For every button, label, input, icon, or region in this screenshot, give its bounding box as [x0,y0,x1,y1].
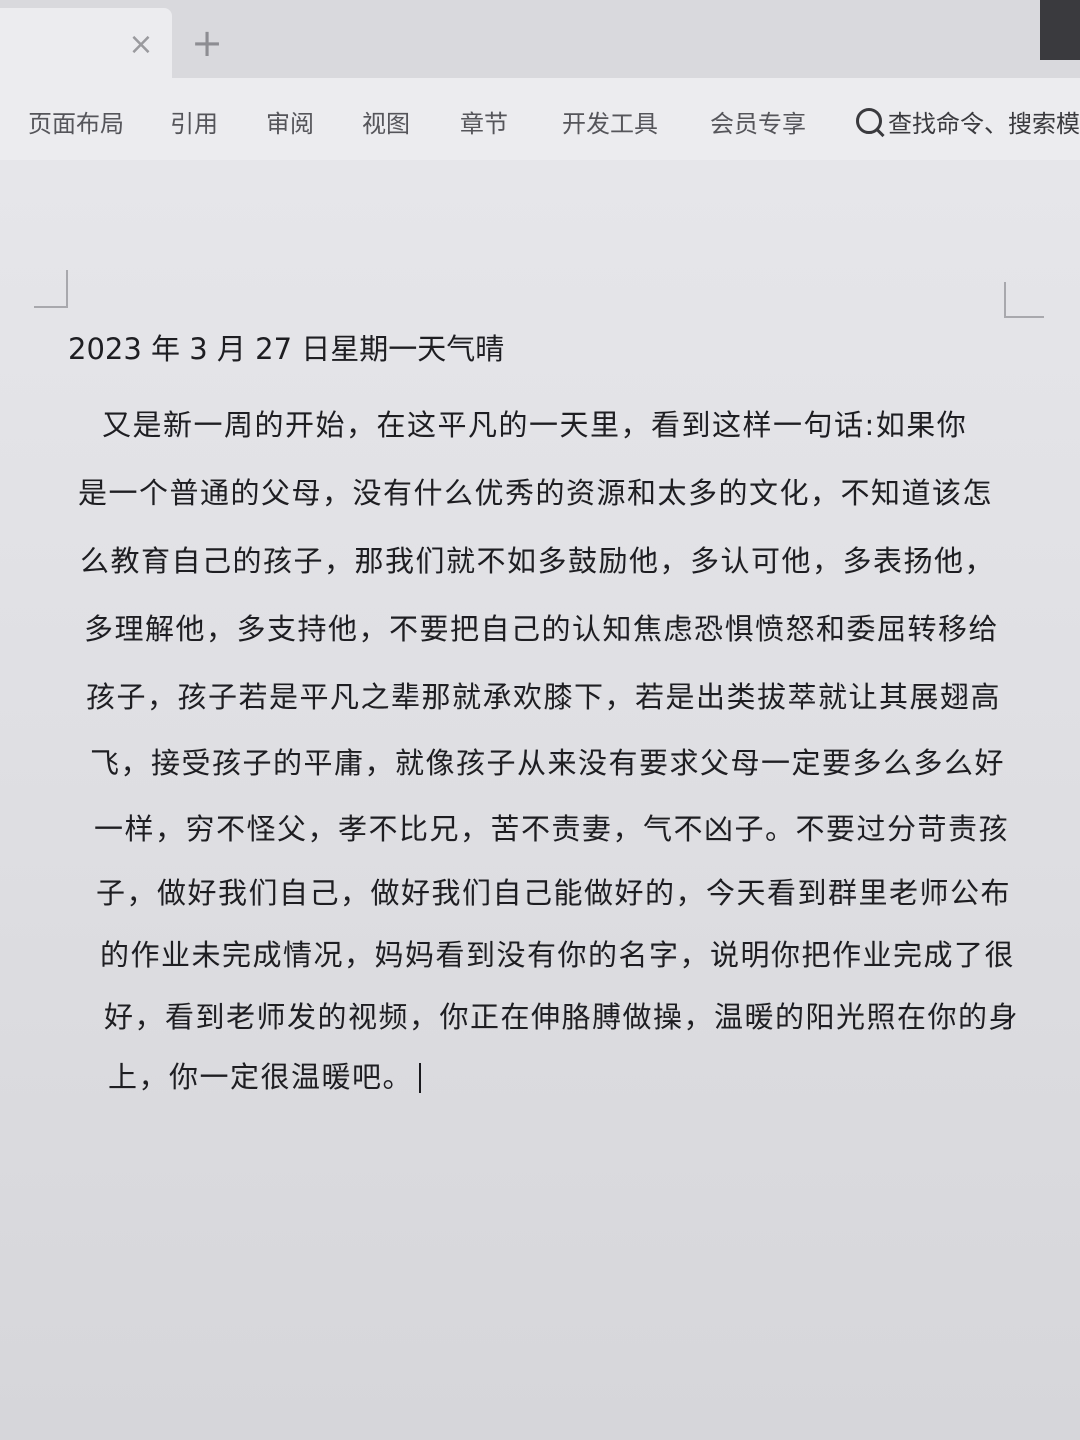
document-line[interactable]: 的作业未完成情况，妈妈看到没有你的名字，说明你把作业完成了很 [100,932,1015,974]
tab-bar: × + [0,0,1080,78]
new-tab-icon[interactable]: + [190,24,224,62]
document-line[interactable]: 是一个普通的父母，没有什么优秀的资源和太多的文化，不知道该怎 [78,470,993,512]
search-icon [856,108,882,134]
document-line[interactable]: 多理解他，多支持他，不要把自己的认知焦虑恐惧愤怒和委屈转移给 [84,606,999,648]
menu-developer-tools[interactable]: 开发工具 [562,104,658,139]
screen: × + 页面布局 引用 审阅 视图 章节 开发工具 会员专享 查找命令、搜索模板… [0,0,1080,1440]
document-line-text: 上，你一定很温暖吧。 [108,1060,414,1094]
margin-corner-top-left [34,270,68,308]
document-last-line[interactable]: 上，你一定很温暖吧。 [108,1054,422,1096]
close-icon[interactable]: × [126,30,156,60]
text-cursor [419,1063,422,1093]
document-line[interactable]: 飞，接受孩子的平庸，就像孩子从来没有要求父母一定要多么多么好 [90,740,1005,782]
document-line[interactable]: 孩子，孩子若是平凡之辈那就承欢膝下，若是出类拔萃就让其展翅高 [86,674,1001,716]
document-line[interactable]: 又是新一周的开始，在这平凡的一天里，看到这样一句话:如果你 [102,402,967,444]
window-edge [1040,0,1080,60]
document-line[interactable]: 好，看到老师发的视频，你正在伸胳膊做操，温暖的阳光照在你的身 [104,994,1019,1036]
menu-view[interactable]: 视图 [362,104,410,139]
document-date-line[interactable]: 2023 年 3 月 27 日星期一天气晴 [68,326,504,368]
command-search-text: 查找命令、搜索模板 [888,110,1080,138]
menu-page-layout[interactable]: 页面布局 [28,104,124,139]
menu-references[interactable]: 引用 [170,104,218,139]
document-line[interactable]: 一样，穷不怪父，孝不比兄，苦不责妻，气不凶子。不要过分苛责孩 [94,806,1009,848]
margin-corner-top-right [1004,282,1044,318]
menu-section[interactable]: 章节 [460,104,508,139]
menu-member-exclusive[interactable]: 会员专享 [710,104,806,139]
menu-review[interactable]: 审阅 [266,104,314,139]
document-line[interactable]: 么教育自己的孩子，那我们就不如多鼓励他，多认可他，多表扬他， [80,538,995,580]
document-line[interactable]: 子，做好我们自己，做好我们自己能做好的，今天看到群里老师公布 [96,870,1011,912]
command-search[interactable]: 查找命令、搜索模板 [856,104,1080,139]
